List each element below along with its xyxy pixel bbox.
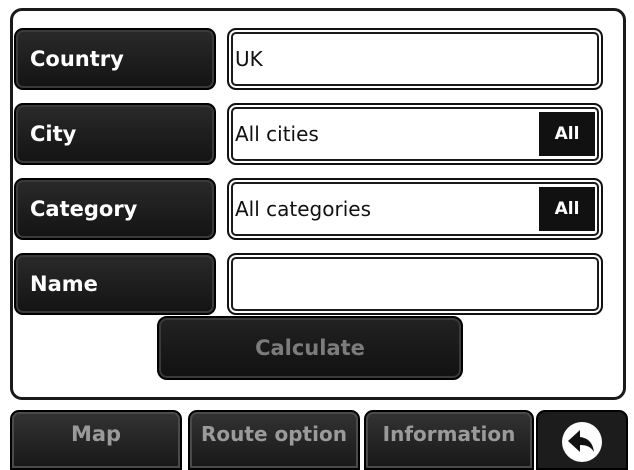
country-value: UK (235, 47, 263, 71)
tab-map[interactable]: Map (10, 410, 182, 470)
city-label: City (30, 122, 77, 146)
name-button[interactable]: Name (14, 253, 216, 315)
city-field[interactable]: All cities All (227, 103, 603, 165)
city-value: All cities (235, 122, 319, 146)
category-all-button[interactable]: All (539, 187, 595, 231)
calculate-button[interactable]: Calculate (157, 316, 463, 380)
tab-information[interactable]: Information (364, 410, 534, 470)
category-field[interactable]: All categories All (227, 178, 603, 240)
country-field[interactable]: UK (227, 28, 603, 90)
city-button[interactable]: City (14, 103, 216, 165)
calculate-label: Calculate (255, 336, 365, 360)
country-button[interactable]: Country (14, 28, 216, 90)
tab-information-label: Information (382, 422, 516, 446)
name-field[interactable] (227, 253, 603, 315)
category-button[interactable]: Category (14, 178, 216, 240)
category-label: Category (30, 197, 138, 221)
tab-map-label: Map (70, 422, 122, 446)
back-button[interactable] (536, 410, 628, 470)
city-all-button[interactable]: All (539, 112, 595, 156)
tab-route-option-label: Route option (201, 422, 347, 446)
tab-route-option[interactable]: Route option (188, 410, 360, 470)
country-label: Country (30, 47, 124, 71)
name-label: Name (30, 272, 98, 296)
back-arrow-icon (562, 422, 602, 462)
category-value: All categories (235, 197, 371, 221)
